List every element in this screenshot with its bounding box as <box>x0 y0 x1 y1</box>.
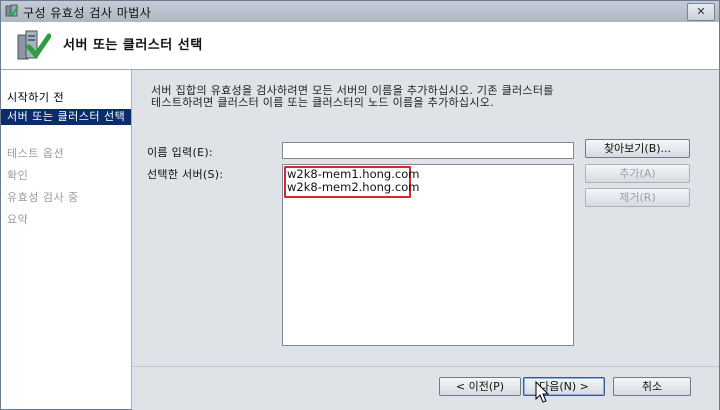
server-item-2[interactable]: w2k8-mem2.hong.com <box>287 180 419 194</box>
wizard-footer: < 이전(P) 다음(N) > 취소 <box>132 366 719 410</box>
instructions-line-2: 테스트하려면 클러스터 이름 또는 클러스터의 노드 이름을 추가하십시오. <box>151 96 494 109</box>
add-button: 추가(A) <box>585 164 690 183</box>
selected-servers-list[interactable]: w2k8-mem1.hong.com w2k8-mem2.hong.com <box>282 164 574 346</box>
page-title: 서버 또는 클러스터 선택 <box>63 38 203 53</box>
sidebar-item-before-you-begin[interactable]: 시작하기 전 <box>1 89 131 105</box>
wizard-window: 구성 유효성 검사 마법사 ✕ 서버 또는 클러스터 선택 시작하기 전 서버 … <box>0 0 720 410</box>
wizard-steps-sidebar: 시작하기 전 서버 또는 클러스터 선택 테스트 옵션 확인 유효성 검사 중 … <box>1 70 132 409</box>
window-title: 구성 유효성 검사 마법사 <box>23 6 152 20</box>
title-bar[interactable]: 구성 유효성 검사 마법사 ✕ <box>1 1 719 22</box>
instructions-text: 서버 집합의 유효성을 검사하려면 모든 서버의 이름을 추가하십시오. 기존 … <box>151 85 591 109</box>
wizard-app-icon <box>5 4 19 17</box>
sidebar-item-summary: 요약 <box>7 213 29 226</box>
mouse-pointer-icon <box>535 381 550 403</box>
selected-servers-label: 선택한 서버(S): <box>147 168 224 181</box>
cancel-button[interactable]: 취소 <box>613 377 691 396</box>
browse-button[interactable]: 찾아보기(B)... <box>585 139 690 158</box>
remove-button: 제거(R) <box>585 188 690 207</box>
sidebar-item-validating: 유효성 검사 중 <box>7 191 79 204</box>
cluster-validation-icon <box>17 30 51 60</box>
server-item-1[interactable]: w2k8-mem1.hong.com <box>287 167 419 181</box>
previous-button[interactable]: < 이전(P) <box>439 377 521 396</box>
main-content: 서버 집합의 유효성을 검사하려면 모든 서버의 이름을 추가하십시오. 기존 … <box>132 70 719 366</box>
server-name-input[interactable] <box>282 142 574 159</box>
sidebar-item-testing-options: 테스트 옵션 <box>7 147 65 160</box>
name-input-label: 이름 입력(E): <box>147 146 213 159</box>
sidebar-item-confirmation: 확인 <box>7 169 29 182</box>
wizard-header: 서버 또는 클러스터 선택 <box>1 22 719 70</box>
close-button[interactable]: ✕ <box>687 3 715 21</box>
sidebar-item-select-servers[interactable]: 서버 또는 클러스터 선택 <box>1 109 131 125</box>
